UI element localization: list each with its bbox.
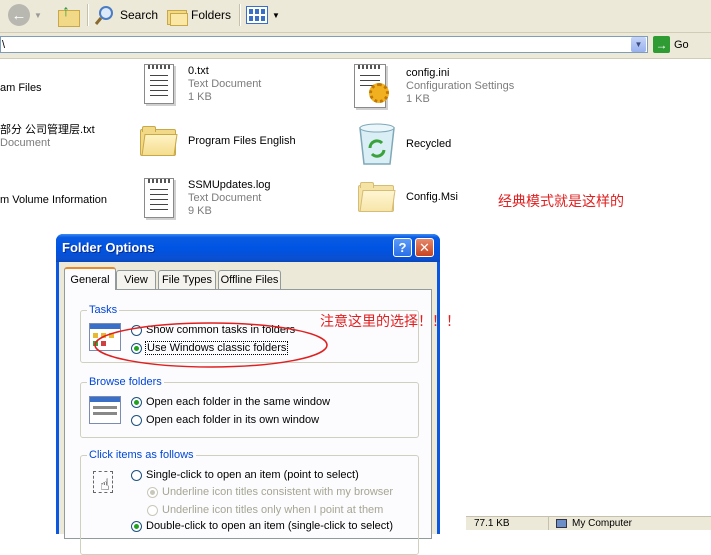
browse-preview-icon	[89, 396, 121, 424]
search-button[interactable]: Search	[94, 3, 158, 27]
computer-icon	[556, 519, 567, 528]
highlight-ellipse	[94, 322, 328, 368]
back-dropdown-icon[interactable]: ▼	[34, 11, 42, 20]
file-item[interactable]: Recycled	[356, 122, 451, 166]
address-input[interactable]: \	[0, 36, 648, 53]
tab-view[interactable]: View	[116, 270, 156, 289]
views-icon	[246, 6, 268, 24]
close-button[interactable]: ✕	[415, 238, 434, 257]
help-button[interactable]: ?	[393, 238, 412, 257]
file-name: config.ini	[406, 66, 450, 79]
folder-icon	[140, 126, 178, 156]
file-name: m Volume Information	[0, 194, 107, 206]
address-bar: \ ▼ → Go	[0, 33, 711, 59]
toolbar: ← ▼ ↑ Search Folders ▼	[0, 0, 711, 33]
file-item[interactable]: SSMUpdates.log Text Document 9 KB	[144, 178, 271, 218]
radio-icon	[131, 414, 142, 426]
file-item[interactable]: Config.Msi	[358, 182, 458, 212]
annotation-classic-mode: 经典模式就是这样的	[498, 194, 624, 210]
help-icon: ?	[398, 240, 407, 255]
click-items-group: Click items as follows ☝ Single-click to…	[80, 449, 419, 555]
tab-general[interactable]: General	[64, 267, 116, 290]
file-item[interactable]: 0.txt Text Document 1 KB	[144, 64, 261, 104]
underline-point-radio[interactable]: Underline icon titles only when I point …	[147, 504, 383, 516]
folder-icon	[358, 182, 396, 212]
click-items-group-label: Click items as follows	[87, 449, 196, 461]
go-arrow-icon: →	[653, 36, 670, 53]
back-button[interactable]: ← ▼	[8, 3, 42, 27]
file-item[interactable]: config.ini Configuration Settings 1 KB	[354, 64, 514, 108]
folders-button[interactable]: Folders	[167, 3, 231, 27]
file-type: Text Document	[188, 77, 262, 90]
double-click-radio[interactable]: Double-click to open an item (single-cli…	[131, 520, 393, 532]
tab-file-types[interactable]: File Types	[158, 270, 216, 289]
views-dropdown-icon: ▼	[272, 10, 280, 20]
text-document-icon	[144, 64, 174, 104]
file-item[interactable]: Program Files English	[140, 126, 296, 156]
file-name: 部分 公司管理层.txt	[0, 124, 95, 136]
tab-offline-files[interactable]: Offline Files	[218, 270, 281, 289]
text-document-icon	[144, 178, 174, 218]
radio-selected-icon	[131, 396, 142, 408]
status-location: My Computer	[572, 518, 633, 529]
file-name: SSMUpdates.log	[188, 178, 271, 191]
pointer-hand-icon: ☝	[89, 469, 121, 497]
file-type: Configuration Settings	[406, 79, 515, 92]
file-item[interactable]: am Files	[0, 82, 42, 94]
dialog-body: General View File Types Offline Files Ta…	[59, 262, 437, 555]
dialog-titlebar[interactable]: Folder Options ? ✕	[56, 234, 440, 262]
tasks-group-label: Tasks	[87, 304, 120, 316]
file-name: Config.Msi	[406, 191, 458, 203]
browse-folders-group-label: Browse folders	[87, 376, 164, 388]
status-bar: 77.1 KB My Computer	[466, 516, 711, 530]
file-size: 1 KB	[188, 90, 212, 103]
folders-icon	[167, 7, 188, 26]
close-icon: ✕	[419, 239, 430, 255]
config-settings-icon	[354, 64, 389, 108]
back-arrow-icon: ←	[8, 4, 30, 26]
up-folder-button[interactable]: ↑	[58, 3, 80, 27]
file-type: Document	[0, 137, 51, 149]
file-size: 9 KB	[188, 204, 212, 217]
radio-selected-icon	[131, 520, 142, 532]
folder-options-dialog: Folder Options ? ✕ General View File Typ…	[56, 234, 440, 555]
up-folder-icon: ↑	[58, 3, 80, 27]
file-name: Program Files English	[188, 135, 296, 147]
search-icon	[94, 6, 113, 25]
file-item[interactable]: m Volume Information	[0, 194, 107, 206]
open-same-window-radio[interactable]: Open each folder in the same window	[131, 396, 330, 408]
file-type: Text Document	[188, 191, 262, 204]
radio-selected-icon	[147, 486, 158, 498]
single-click-radio[interactable]: Single-click to open an item (point to s…	[131, 469, 359, 481]
radio-icon	[147, 504, 158, 516]
views-button[interactable]: ▼	[246, 3, 280, 27]
chevron-down-icon: ▼	[634, 40, 643, 49]
browse-folders-group: Browse folders Open each folder in the s…	[80, 376, 419, 438]
annotation-choice: 注意这里的选择！！！	[320, 314, 460, 330]
radio-icon	[131, 469, 142, 481]
dialog-title: Folder Options	[62, 240, 155, 255]
file-size: 1 KB	[406, 92, 430, 105]
underline-browser-radio[interactable]: Underline icon titles consistent with my…	[147, 486, 393, 498]
go-button[interactable]: → Go	[653, 36, 689, 53]
file-name: 0.txt	[188, 64, 209, 77]
open-own-window-radio[interactable]: Open each folder in its own window	[131, 414, 319, 426]
file-name: am Files	[0, 82, 42, 94]
file-item[interactable]: 部分 公司管理层.txt Document	[0, 124, 95, 150]
recycle-bin-icon	[359, 123, 395, 165]
status-size: 77.1 KB	[474, 518, 510, 529]
file-name: Recycled	[406, 138, 452, 150]
address-dropdown-button[interactable]: ▼	[631, 37, 646, 52]
